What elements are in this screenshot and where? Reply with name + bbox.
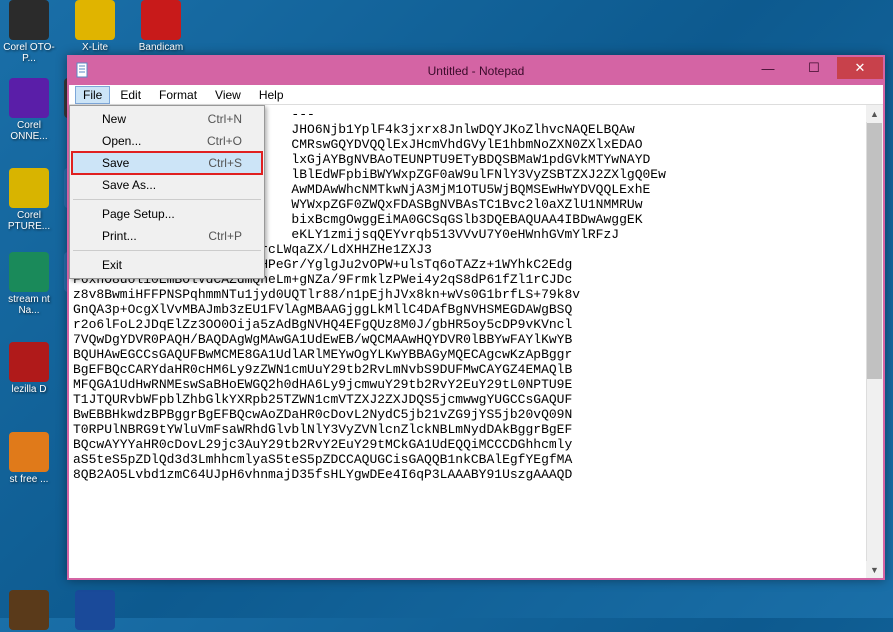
desktop-icon-label: Corel ONNE... [0,120,58,142]
maximize-button[interactable]: ☐ [791,57,837,79]
desktop-icon[interactable]: stream nt Na... [0,252,58,316]
desktop-icon[interactable]: Bandicam [132,0,190,53]
desktop-icon[interactable]: Corel PTURE... [0,168,58,232]
desktop-icon[interactable] [66,590,124,632]
desktop-icon-label: st free ... [0,474,58,485]
desktop-icon-label: Corel OTO-P... [0,42,58,64]
minimize-button[interactable]: — [745,57,791,79]
menu-item-label: New [102,112,126,126]
menu-item-save[interactable]: Save Ctrl+S [72,152,262,174]
menu-separator [73,250,261,251]
desktop-icon[interactable]: Corel OTO-P... [0,0,58,64]
app-icon [75,62,91,78]
app-glyph-icon [9,590,49,630]
menu-item-shortcut: Ctrl+O [207,134,242,148]
menu-item-new[interactable]: New Ctrl+N [72,108,262,130]
scroll-thumb[interactable] [867,123,882,379]
app-glyph-icon [9,432,49,472]
menu-view[interactable]: View [207,86,249,104]
menu-separator [73,199,261,200]
menu-item-exit[interactable]: Exit [72,254,262,276]
desktop-icon[interactable]: st free ... [0,432,58,485]
menu-edit[interactable]: Edit [112,86,149,104]
app-glyph-icon [9,342,49,382]
app-glyph-icon [9,168,49,208]
menu-help[interactable]: Help [251,86,292,104]
app-glyph-icon [141,0,181,40]
menu-item-label: Page Setup... [102,207,175,221]
desktop-icon-label: X-Lite [66,42,124,53]
app-glyph-icon [9,78,49,118]
scroll-down-arrow[interactable]: ▼ [866,561,883,578]
vertical-scrollbar[interactable]: ▲ ▼ [866,105,883,578]
menu-item-label: Open... [102,134,141,148]
desktop-icon-label: lezilla D [0,384,58,395]
menu-item-shortcut: Ctrl+P [208,229,242,243]
notepad-window: Untitled - Notepad — ☐ ✕ FileEditFormatV… [67,55,885,580]
desktop-icon-label: stream nt Na... [0,294,58,316]
file-menu-dropdown: New Ctrl+N Open... Ctrl+O Save Ctrl+S Save As.… [69,105,265,279]
app-glyph-icon [9,0,49,40]
desktop-icon[interactable]: X-Lite [66,0,124,53]
menu-item-label: Save As... [102,178,156,192]
app-glyph-icon [9,252,49,292]
menu-item-open[interactable]: Open... Ctrl+O [72,130,262,152]
app-glyph-icon [75,0,115,40]
scroll-up-arrow[interactable]: ▲ [866,105,883,122]
desktop-icon-label: Bandicam [132,42,190,53]
menu-item-page-setup[interactable]: Page Setup... [72,203,262,225]
menu-file[interactable]: File [75,86,110,104]
titlebar[interactable]: Untitled - Notepad — ☐ ✕ [69,57,883,85]
desktop-icon[interactable]: Corel ONNE... [0,78,58,142]
desktop-icon-label: Corel PTURE... [0,210,58,232]
menu-item-label: Print... [102,229,137,243]
desktop-icon[interactable]: lezilla D [0,342,58,395]
menu-format[interactable]: Format [151,86,205,104]
window-title: Untitled - Notepad [428,64,525,78]
menu-item-save-as[interactable]: Save As... [72,174,262,196]
menu-item-print[interactable]: Print... Ctrl+P [72,225,262,247]
menu-item-label: Save [102,156,129,170]
app-glyph-icon [75,590,115,630]
desktop-icon[interactable] [0,590,58,632]
menu-item-shortcut: Ctrl+S [208,156,242,170]
menubar: FileEditFormatViewHelp [69,85,883,105]
close-button[interactable]: ✕ [837,57,883,79]
menu-item-label: Exit [102,258,122,272]
menu-item-shortcut: Ctrl+N [208,112,242,126]
